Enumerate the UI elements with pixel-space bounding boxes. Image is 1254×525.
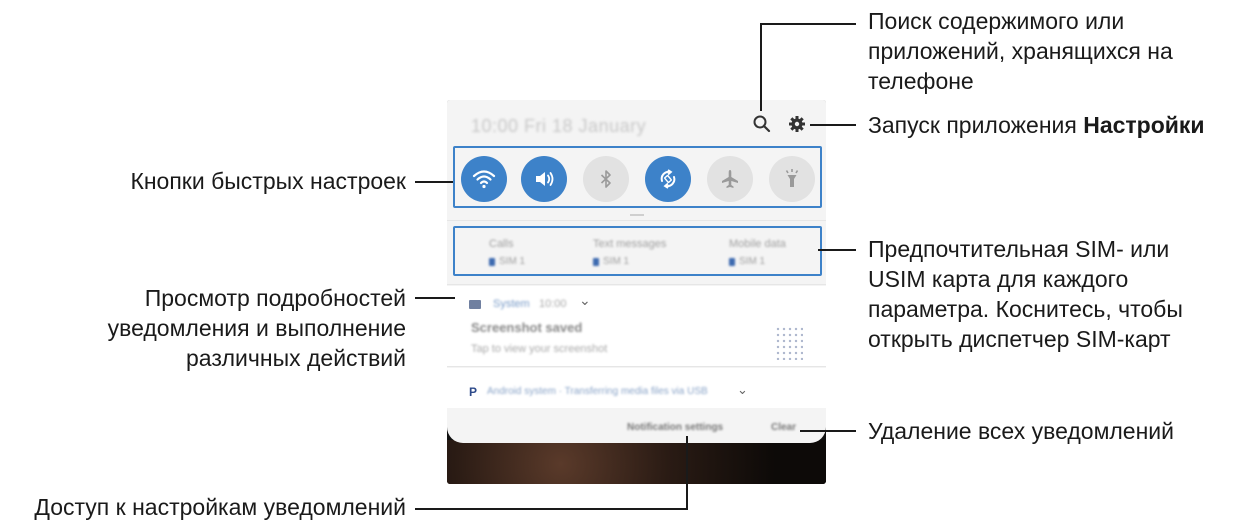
callout-line — [760, 23, 762, 111]
date-time: 10:00 Fri 18 January — [471, 116, 647, 136]
drag-handle[interactable] — [630, 214, 644, 216]
clear-button[interactable]: Clear — [771, 422, 796, 433]
chevron-down-icon[interactable]: ⌄ — [579, 292, 591, 309]
panel-header: 10:00 Fri 18 January — [447, 100, 826, 150]
callout-search: Поиск содержимого или приложений, хранящ… — [868, 8, 1173, 94]
notification-settings-button[interactable]: Notification settings — [627, 422, 723, 433]
callout-line — [415, 297, 455, 299]
callout-notification-details: Просмотр подробностей уведомления и выпо… — [107, 285, 406, 371]
wallpaper — [447, 440, 826, 484]
notification-time: 10:00 — [539, 298, 567, 310]
notification-app: System — [493, 298, 530, 310]
chevron-down-icon[interactable]: ⌄ — [737, 382, 748, 398]
callout-line — [818, 249, 856, 251]
callout-notification-settings: Доступ к настройкам уведомлений — [34, 494, 406, 520]
callout-clear-all: Удаление всех уведомлений — [868, 418, 1174, 444]
gear-icon[interactable] — [786, 113, 808, 135]
callout-sim: Предпочтительная SIM- или USIM карта для… — [868, 236, 1183, 352]
notification-screenshot[interactable]: System 10:00 ⌄ Screenshot saved Tap to v… — [447, 286, 826, 366]
callout-line — [800, 430, 856, 432]
divider — [447, 220, 826, 221]
callout-settings: Запуск приложения Настройки — [868, 112, 1205, 138]
sim-highlight — [453, 226, 822, 276]
notification-text: Android system · Transferring media file… — [487, 386, 708, 397]
notification-text: Tap to view your screenshot — [471, 343, 608, 355]
divider — [447, 366, 826, 367]
callout-line — [686, 436, 688, 510]
notification-android-system[interactable]: P Android system · Transferring media fi… — [447, 368, 826, 408]
image-icon — [469, 300, 481, 309]
quick-settings-highlight — [453, 146, 822, 208]
android-system-icon: P — [469, 385, 478, 399]
callout-quick-buttons: Кнопки быстрых настроек — [130, 168, 406, 194]
callout-line — [810, 124, 856, 126]
divider — [447, 284, 826, 285]
callout-line — [760, 23, 856, 25]
search-icon[interactable] — [751, 113, 773, 135]
callout-line — [415, 508, 688, 510]
callout-line — [415, 181, 453, 183]
notification-title: Screenshot saved — [471, 320, 583, 335]
screenshot-thumbnail[interactable] — [775, 326, 803, 360]
